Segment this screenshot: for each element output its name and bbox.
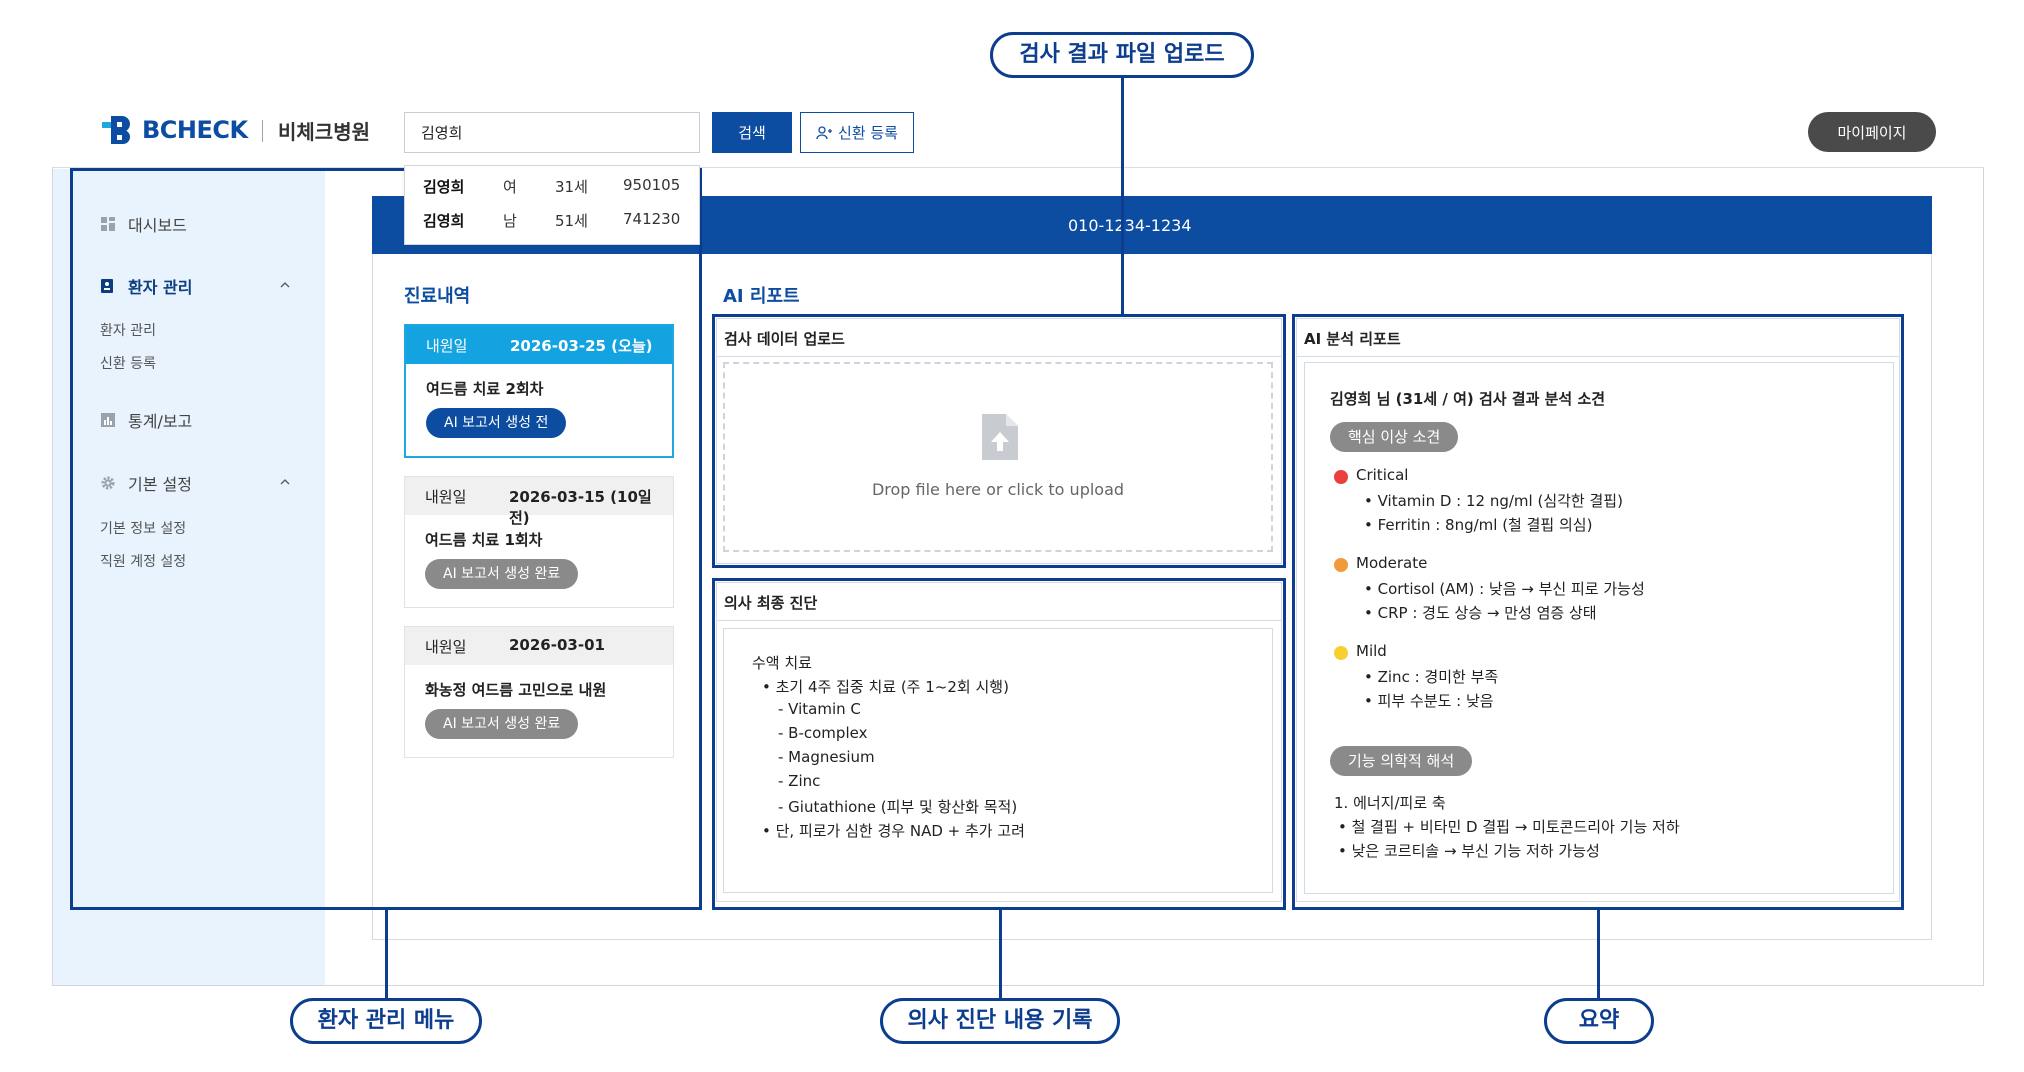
annotation-diagnosis: 의사 진단 내용 기록 xyxy=(880,998,1120,1044)
search-results-dropdown: 김영희 여 31세 950105 김영희 남 51세 741230 xyxy=(404,165,700,245)
new-patient-button[interactable]: 신환 등록 xyxy=(800,112,914,153)
annotation-connector xyxy=(999,908,1002,1000)
annotation-upload: 검사 결과 파일 업로드 xyxy=(990,32,1254,78)
search-result-row[interactable]: 김영희 여 31세 950105 xyxy=(405,170,699,202)
result-name: 김영희 xyxy=(423,178,465,196)
hospital-name: 비체크병원 xyxy=(278,120,370,144)
annotation-connector xyxy=(385,908,388,1000)
logo-text: BCHECK xyxy=(142,116,248,144)
ai-report-title: AI 리포트 xyxy=(723,286,800,307)
result-age: 31세 xyxy=(555,178,588,196)
annotation-connector xyxy=(1597,908,1600,1000)
annotation-menu: 환자 관리 메뉴 xyxy=(290,998,482,1044)
patient-phone: 010-1234-1234 xyxy=(1068,216,1192,235)
result-sex: 남 xyxy=(503,212,517,230)
result-sex: 여 xyxy=(503,178,517,196)
logo-divider xyxy=(262,120,263,142)
logo[interactable]: BCHECK xyxy=(100,110,248,150)
result-birth: 741230 xyxy=(623,210,681,228)
result-age: 51세 xyxy=(555,212,588,230)
patient-search-input[interactable] xyxy=(404,112,700,153)
annotation-box-diagnosis xyxy=(712,578,1286,910)
annotation-box-upload xyxy=(712,314,1286,568)
annotation-summary: 요약 xyxy=(1544,998,1654,1044)
result-name: 김영희 xyxy=(423,212,465,230)
add-user-icon xyxy=(816,125,833,139)
annotation-box-menu xyxy=(70,168,702,910)
new-patient-label: 신환 등록 xyxy=(838,124,898,142)
annotation-connector xyxy=(1121,78,1124,316)
annotation-box-summary xyxy=(1292,314,1904,910)
search-button[interactable]: 검색 xyxy=(712,112,792,153)
bcheck-logo-icon xyxy=(102,116,130,144)
mypage-button[interactable]: 마이페이지 xyxy=(1808,112,1936,152)
result-birth: 950105 xyxy=(623,176,681,194)
search-result-row[interactable]: 김영희 남 51세 741230 xyxy=(405,204,699,236)
